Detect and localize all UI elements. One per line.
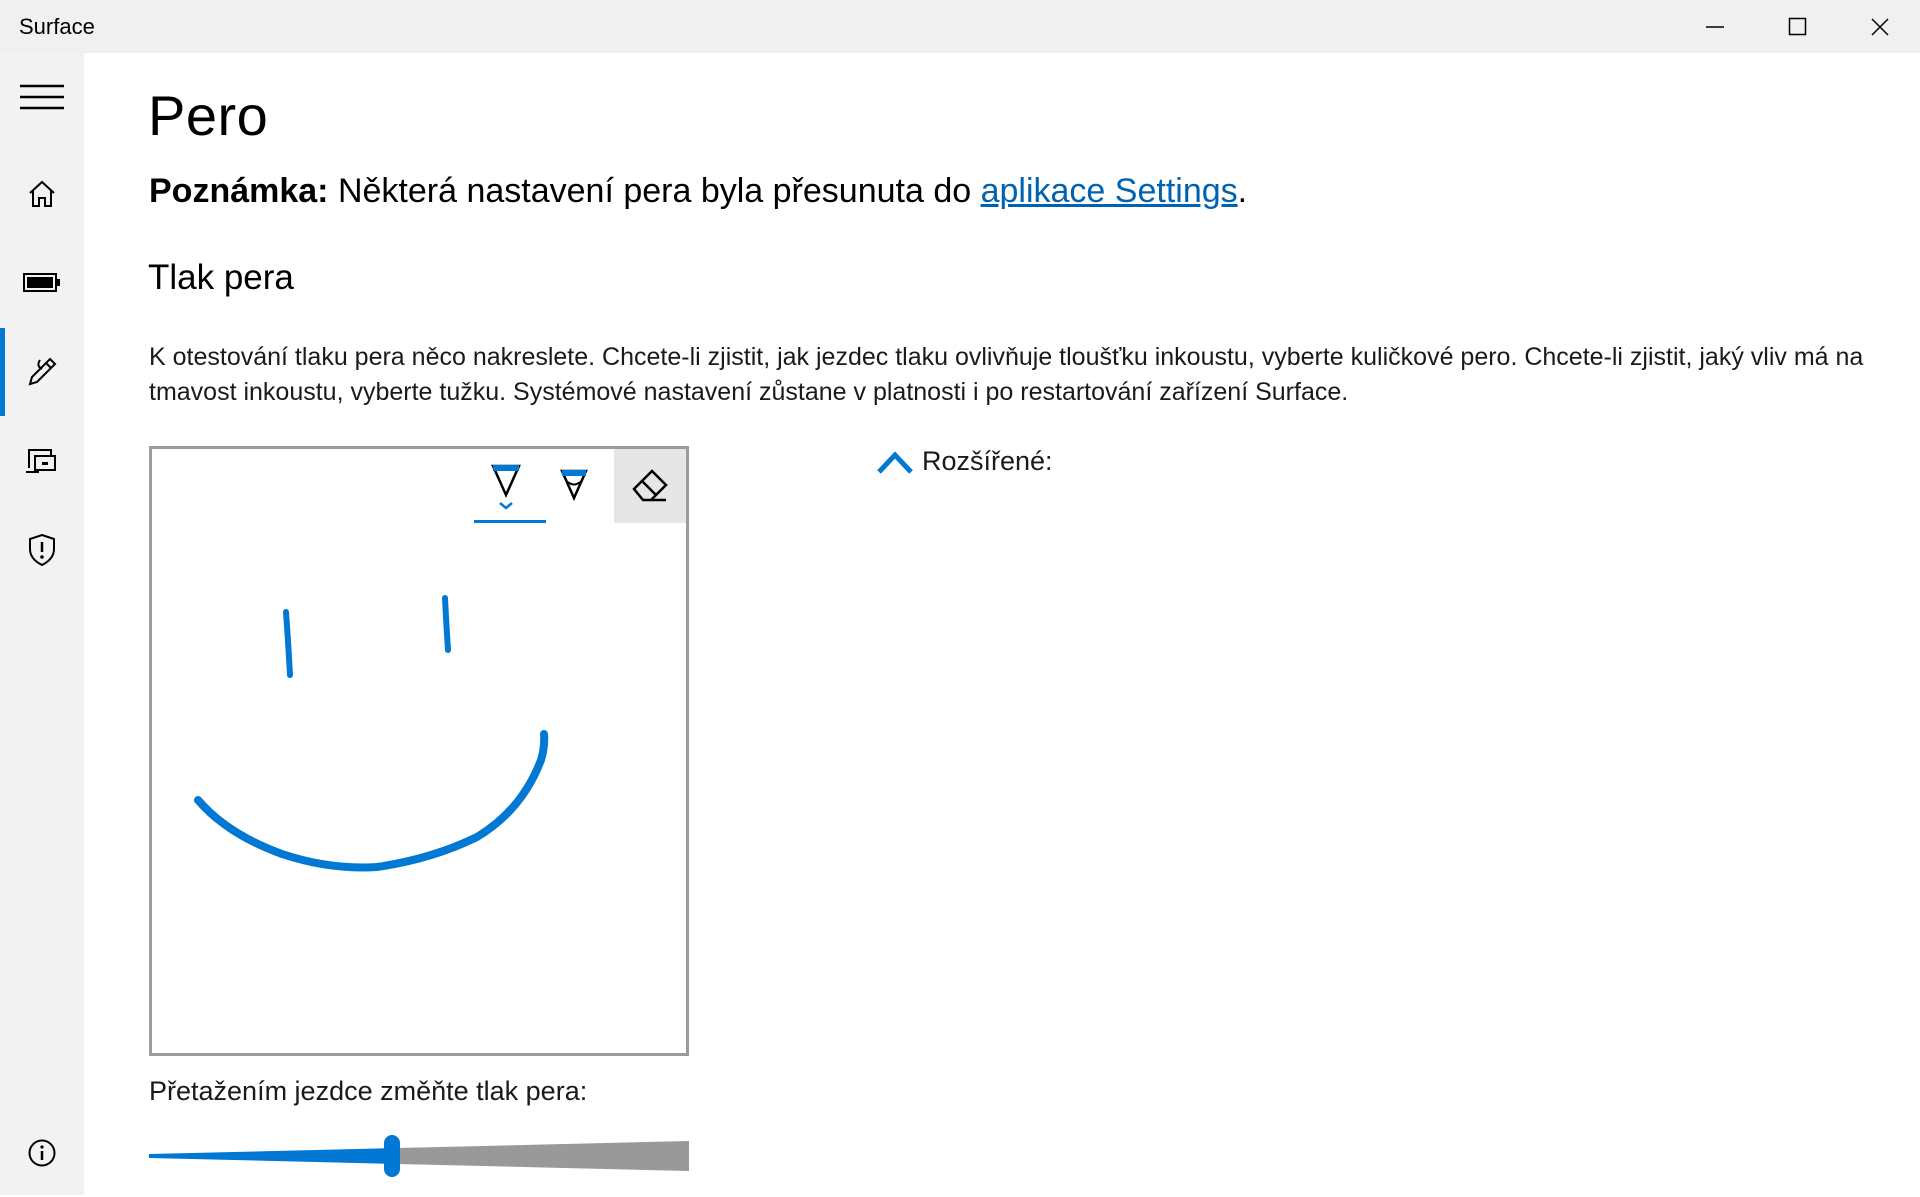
main-content: Pero Poznámka: Některá nastavení pera by… <box>84 53 1920 1195</box>
hamburger-menu-button[interactable] <box>0 53 84 141</box>
eraser-tool[interactable] <box>614 449 686 523</box>
minimize-icon <box>1706 25 1724 28</box>
drawing-canvas[interactable] <box>149 446 689 1056</box>
nav-item-security[interactable] <box>0 506 84 594</box>
page-title: Pero <box>148 84 269 147</box>
hamburger-icon <box>20 84 64 110</box>
pencil-icon <box>560 469 588 502</box>
selected-tool-indicator <box>474 520 546 523</box>
close-button[interactable] <box>1839 0 1920 53</box>
battery-icon <box>23 273 60 292</box>
settings-app-link[interactable]: aplikace Settings <box>981 172 1238 210</box>
pencil-tool[interactable] <box>544 449 604 523</box>
ink-drawing <box>194 595 549 872</box>
ink-stroke-left-eye <box>283 609 293 678</box>
section-title: Tlak pera <box>148 258 294 297</box>
ballpoint-pen-tool[interactable] <box>468 449 544 523</box>
minimize-button[interactable] <box>1674 0 1756 53</box>
pen-pressure-slider[interactable] <box>149 1131 689 1191</box>
nav-item-devices[interactable] <box>0 417 84 505</box>
maximize-icon <box>1788 17 1807 35</box>
pen-pressure-description: K otestování tlaku pera něco nakreslete.… <box>149 343 1864 406</box>
devices-icon <box>26 449 56 473</box>
window-title: Surface <box>19 14 95 39</box>
note-end: . <box>1237 172 1248 210</box>
shield-icon <box>29 533 55 567</box>
navigation-rail <box>0 53 84 1195</box>
nav-item-info[interactable] <box>0 1109 84 1197</box>
ink-stroke-smile <box>194 730 549 872</box>
slider-track-inactive <box>392 1141 689 1171</box>
close-icon <box>1871 17 1889 36</box>
advanced-label: Rozšířené: <box>922 446 1053 476</box>
note: Poznámka: Některá nastavení pera byla př… <box>149 172 1247 211</box>
eraser-icon <box>632 469 668 502</box>
nav-item-battery[interactable] <box>0 239 84 327</box>
note-label: Poznámka: <box>149 172 329 210</box>
maximize-button[interactable] <box>1757 0 1839 53</box>
home-icon <box>29 180 55 207</box>
ballpoint-pen-icon <box>491 464 521 510</box>
info-icon <box>28 1139 56 1167</box>
pressure-slider-label: Přetažením jezdce změňte tlak pera: <box>149 1076 588 1106</box>
nav-item-home[interactable] <box>0 150 84 238</box>
advanced-expander[interactable]: Rozšířené: <box>876 446 1053 477</box>
note-text: Některá nastavení pera byla přesunuta do <box>337 172 972 210</box>
slider-thumb[interactable] <box>384 1135 400 1177</box>
pen-icon <box>28 357 57 386</box>
slider-track-active <box>149 1148 392 1164</box>
nav-item-pen[interactable] <box>0 328 84 416</box>
ink-stroke-right-eye <box>442 595 451 653</box>
chevron-up-icon <box>877 450 913 474</box>
title-bar: Surface <box>0 0 1920 53</box>
